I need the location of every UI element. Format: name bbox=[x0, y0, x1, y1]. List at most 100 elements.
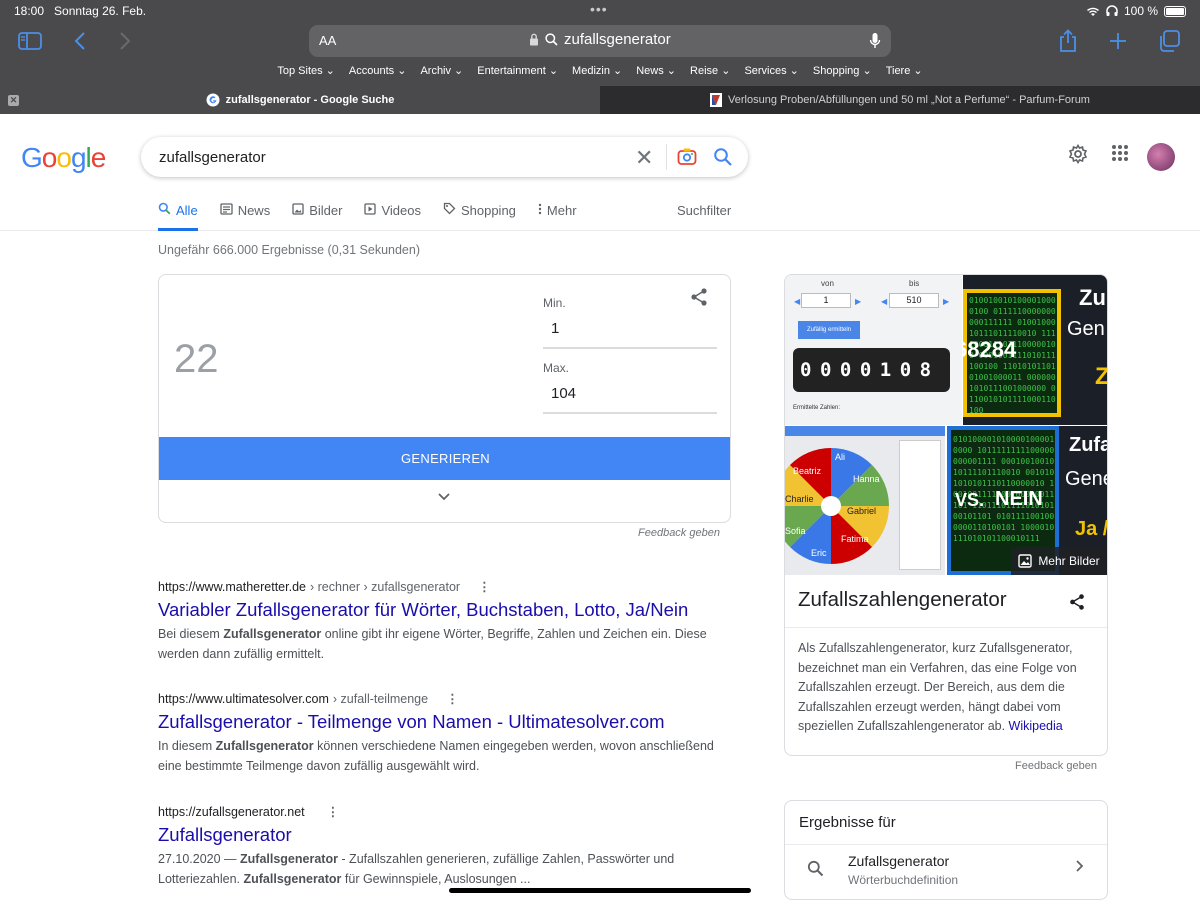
results-for-panel: Ergebnisse für Zufallsgenerator Wörterbu… bbox=[784, 800, 1108, 900]
tab-bilder[interactable]: Bilder bbox=[292, 202, 342, 218]
favorite-label: Entertainment bbox=[477, 65, 546, 77]
lock-icon bbox=[530, 33, 538, 46]
chevron-down-icon: ⌄ bbox=[910, 65, 923, 77]
more-options-icon[interactable]: ⋮ bbox=[478, 579, 491, 594]
more-options-icon[interactable]: ⋮ bbox=[327, 804, 340, 819]
knowledge-description: Als Zufallszahlengenerator, kurz Zufalls… bbox=[798, 639, 1100, 737]
share-icon[interactable] bbox=[1068, 593, 1086, 611]
favorite-folder[interactable]: Shopping ⌄ bbox=[813, 64, 872, 80]
tab-title: Verlosung Proben/Abfüllungen und 50 ml „… bbox=[728, 94, 1090, 106]
img-arrow-icon: ▶ bbox=[855, 297, 862, 306]
feedback-link[interactable]: Feedback geben bbox=[1015, 760, 1097, 772]
multitasking-dots-icon[interactable]: ••• bbox=[590, 1, 608, 17]
min-input[interactable]: 1 bbox=[551, 320, 559, 337]
tab-label: Alle bbox=[176, 202, 198, 218]
favorite-folder[interactable]: Medizin ⌄ bbox=[572, 64, 622, 80]
snippet-part: Zufallsgenerator bbox=[215, 739, 314, 753]
favorite-folder[interactable]: News ⌄ bbox=[636, 64, 676, 80]
reader-aa-button[interactable]: AA bbox=[319, 33, 336, 48]
favorite-folder[interactable]: Services ⌄ bbox=[744, 64, 798, 80]
address-bar[interactable]: AA zufallsgenerator bbox=[309, 25, 891, 57]
result-url[interactable]: https://www.ultimatesolver.com › zufall-… bbox=[158, 691, 718, 707]
tab-title: zufallsgenerator - Google Suche bbox=[225, 94, 395, 106]
url-display[interactable]: zufallsgenerator bbox=[529, 31, 671, 48]
favorite-label: Services bbox=[744, 65, 787, 77]
image-thumbnail[interactable]: Ali Hanna Gabriel Fatima Eric Sofia Char… bbox=[785, 426, 945, 575]
wikipedia-link[interactable]: Wikipedia bbox=[1009, 719, 1063, 733]
img-text: Gabriel bbox=[847, 506, 877, 516]
chevron-down-icon: ⌄ bbox=[718, 65, 731, 77]
more-images-button[interactable]: Mehr Bilder bbox=[1011, 547, 1107, 575]
tab-google-search[interactable]: ✕ zufallsgenerator - Google Suche bbox=[0, 86, 600, 114]
google-logo[interactable]: Google bbox=[21, 142, 106, 174]
chevron-right-icon[interactable] bbox=[1075, 859, 1085, 873]
google-lens-icon[interactable] bbox=[677, 147, 697, 167]
img-text: Gene bbox=[1065, 468, 1107, 490]
account-avatar[interactable] bbox=[1147, 143, 1175, 171]
img-text: 0000108 bbox=[800, 359, 940, 381]
search-box[interactable]: zufallsgenerator ✕ bbox=[141, 137, 748, 177]
result-title-link[interactable]: Zufallsgenerator - Teilmenge von Namen -… bbox=[158, 711, 718, 733]
clear-search-icon[interactable]: ✕ bbox=[635, 145, 653, 171]
favorite-folder[interactable]: Entertainment ⌄ bbox=[477, 64, 558, 80]
google-apps-grid-icon[interactable] bbox=[1111, 144, 1129, 162]
new-tab-icon[interactable] bbox=[1105, 28, 1131, 54]
chevron-down-icon: ⌄ bbox=[786, 65, 799, 77]
max-underline bbox=[543, 412, 717, 414]
back-icon[interactable] bbox=[67, 28, 93, 54]
result-snippet: In diesem Zufallsgenerator können versch… bbox=[158, 736, 718, 776]
home-indicator[interactable] bbox=[449, 888, 751, 893]
tab-shopping[interactable]: Shopping bbox=[443, 202, 516, 218]
share-icon[interactable] bbox=[689, 287, 709, 307]
max-input[interactable]: 104 bbox=[551, 385, 576, 402]
logo-letter: o bbox=[56, 142, 72, 173]
microphone-icon[interactable] bbox=[869, 32, 881, 50]
search-submit-icon[interactable] bbox=[713, 147, 733, 167]
chevron-down-icon: ⌄ bbox=[859, 65, 872, 77]
search-result: https://www.matheretter.de › rechner › z… bbox=[158, 579, 718, 664]
forward-icon[interactable] bbox=[112, 28, 138, 54]
logo-letter: g bbox=[70, 142, 87, 173]
img-text: Gen bbox=[1067, 318, 1105, 340]
dictionary-term-link[interactable]: Zufallsgenerator bbox=[848, 853, 949, 869]
result-title-link[interactable]: Variabler Zufallsgenerator für Wörter, B… bbox=[158, 599, 718, 621]
img-text: von bbox=[821, 279, 834, 288]
feedback-link[interactable]: Feedback geben bbox=[638, 527, 720, 539]
img-app-header bbox=[785, 426, 945, 436]
image-thumbnail[interactable]: von bis ◀ 1 ▶ ◀ 510 ▶ Zufällig ermitteln… bbox=[785, 275, 962, 425]
share-icon[interactable] bbox=[1055, 28, 1081, 54]
generate-button[interactable]: GENERIEREN bbox=[159, 437, 730, 480]
favorite-folder[interactable]: Accounts ⌄ bbox=[349, 64, 407, 80]
tab-alle[interactable]: Alle bbox=[158, 202, 198, 231]
search-tools-button[interactable]: Suchfilter bbox=[677, 203, 731, 218]
img-side-list bbox=[899, 440, 941, 570]
favorite-folder[interactable]: Archiv ⌄ bbox=[420, 64, 463, 80]
google-favicon-icon bbox=[206, 93, 220, 107]
min-underline bbox=[543, 347, 717, 349]
snippet-part: In diesem bbox=[158, 739, 216, 753]
img-text: Ermittelte Zahlen: bbox=[793, 405, 841, 411]
result-title-link[interactable]: Zufallsgenerator bbox=[158, 824, 718, 846]
tab-videos[interactable]: Videos bbox=[364, 202, 421, 218]
tab-mehr[interactable]: Mehr bbox=[538, 202, 577, 218]
chevron-down-icon: ⌄ bbox=[451, 65, 464, 77]
close-tab-icon[interactable]: ✕ bbox=[8, 95, 19, 106]
favorite-folder[interactable]: Reise ⌄ bbox=[690, 64, 730, 80]
sidebar-icon[interactable] bbox=[17, 28, 43, 54]
img-text: Z bbox=[1095, 363, 1107, 391]
favorite-folder[interactable]: Top Sites ⌄ bbox=[277, 64, 335, 80]
expand-chevron-icon[interactable] bbox=[437, 492, 451, 502]
favorite-folder[interactable]: Tiere ⌄ bbox=[886, 64, 923, 80]
result-url[interactable]: https://zufallsgenerator.net ⋮ bbox=[158, 804, 718, 820]
tab-label: Shopping bbox=[460, 202, 516, 218]
search-input[interactable]: zufallsgenerator bbox=[159, 149, 266, 166]
favorite-label: Archiv bbox=[420, 65, 451, 77]
settings-gear-icon[interactable] bbox=[1068, 144, 1088, 164]
tabs-overview-icon[interactable] bbox=[1156, 28, 1182, 54]
more-options-icon[interactable]: ⋮ bbox=[446, 691, 459, 706]
tab-label: News bbox=[237, 202, 271, 218]
tab-parfum-forum[interactable]: Verlosung Proben/Abfüllungen und 50 ml „… bbox=[600, 86, 1200, 114]
result-url[interactable]: https://www.matheretter.de › rechner › z… bbox=[158, 579, 718, 595]
tab-news[interactable]: News bbox=[220, 202, 271, 218]
image-thumbnail[interactable]: 0100100101000010000100 01111100000000001… bbox=[963, 275, 1107, 425]
